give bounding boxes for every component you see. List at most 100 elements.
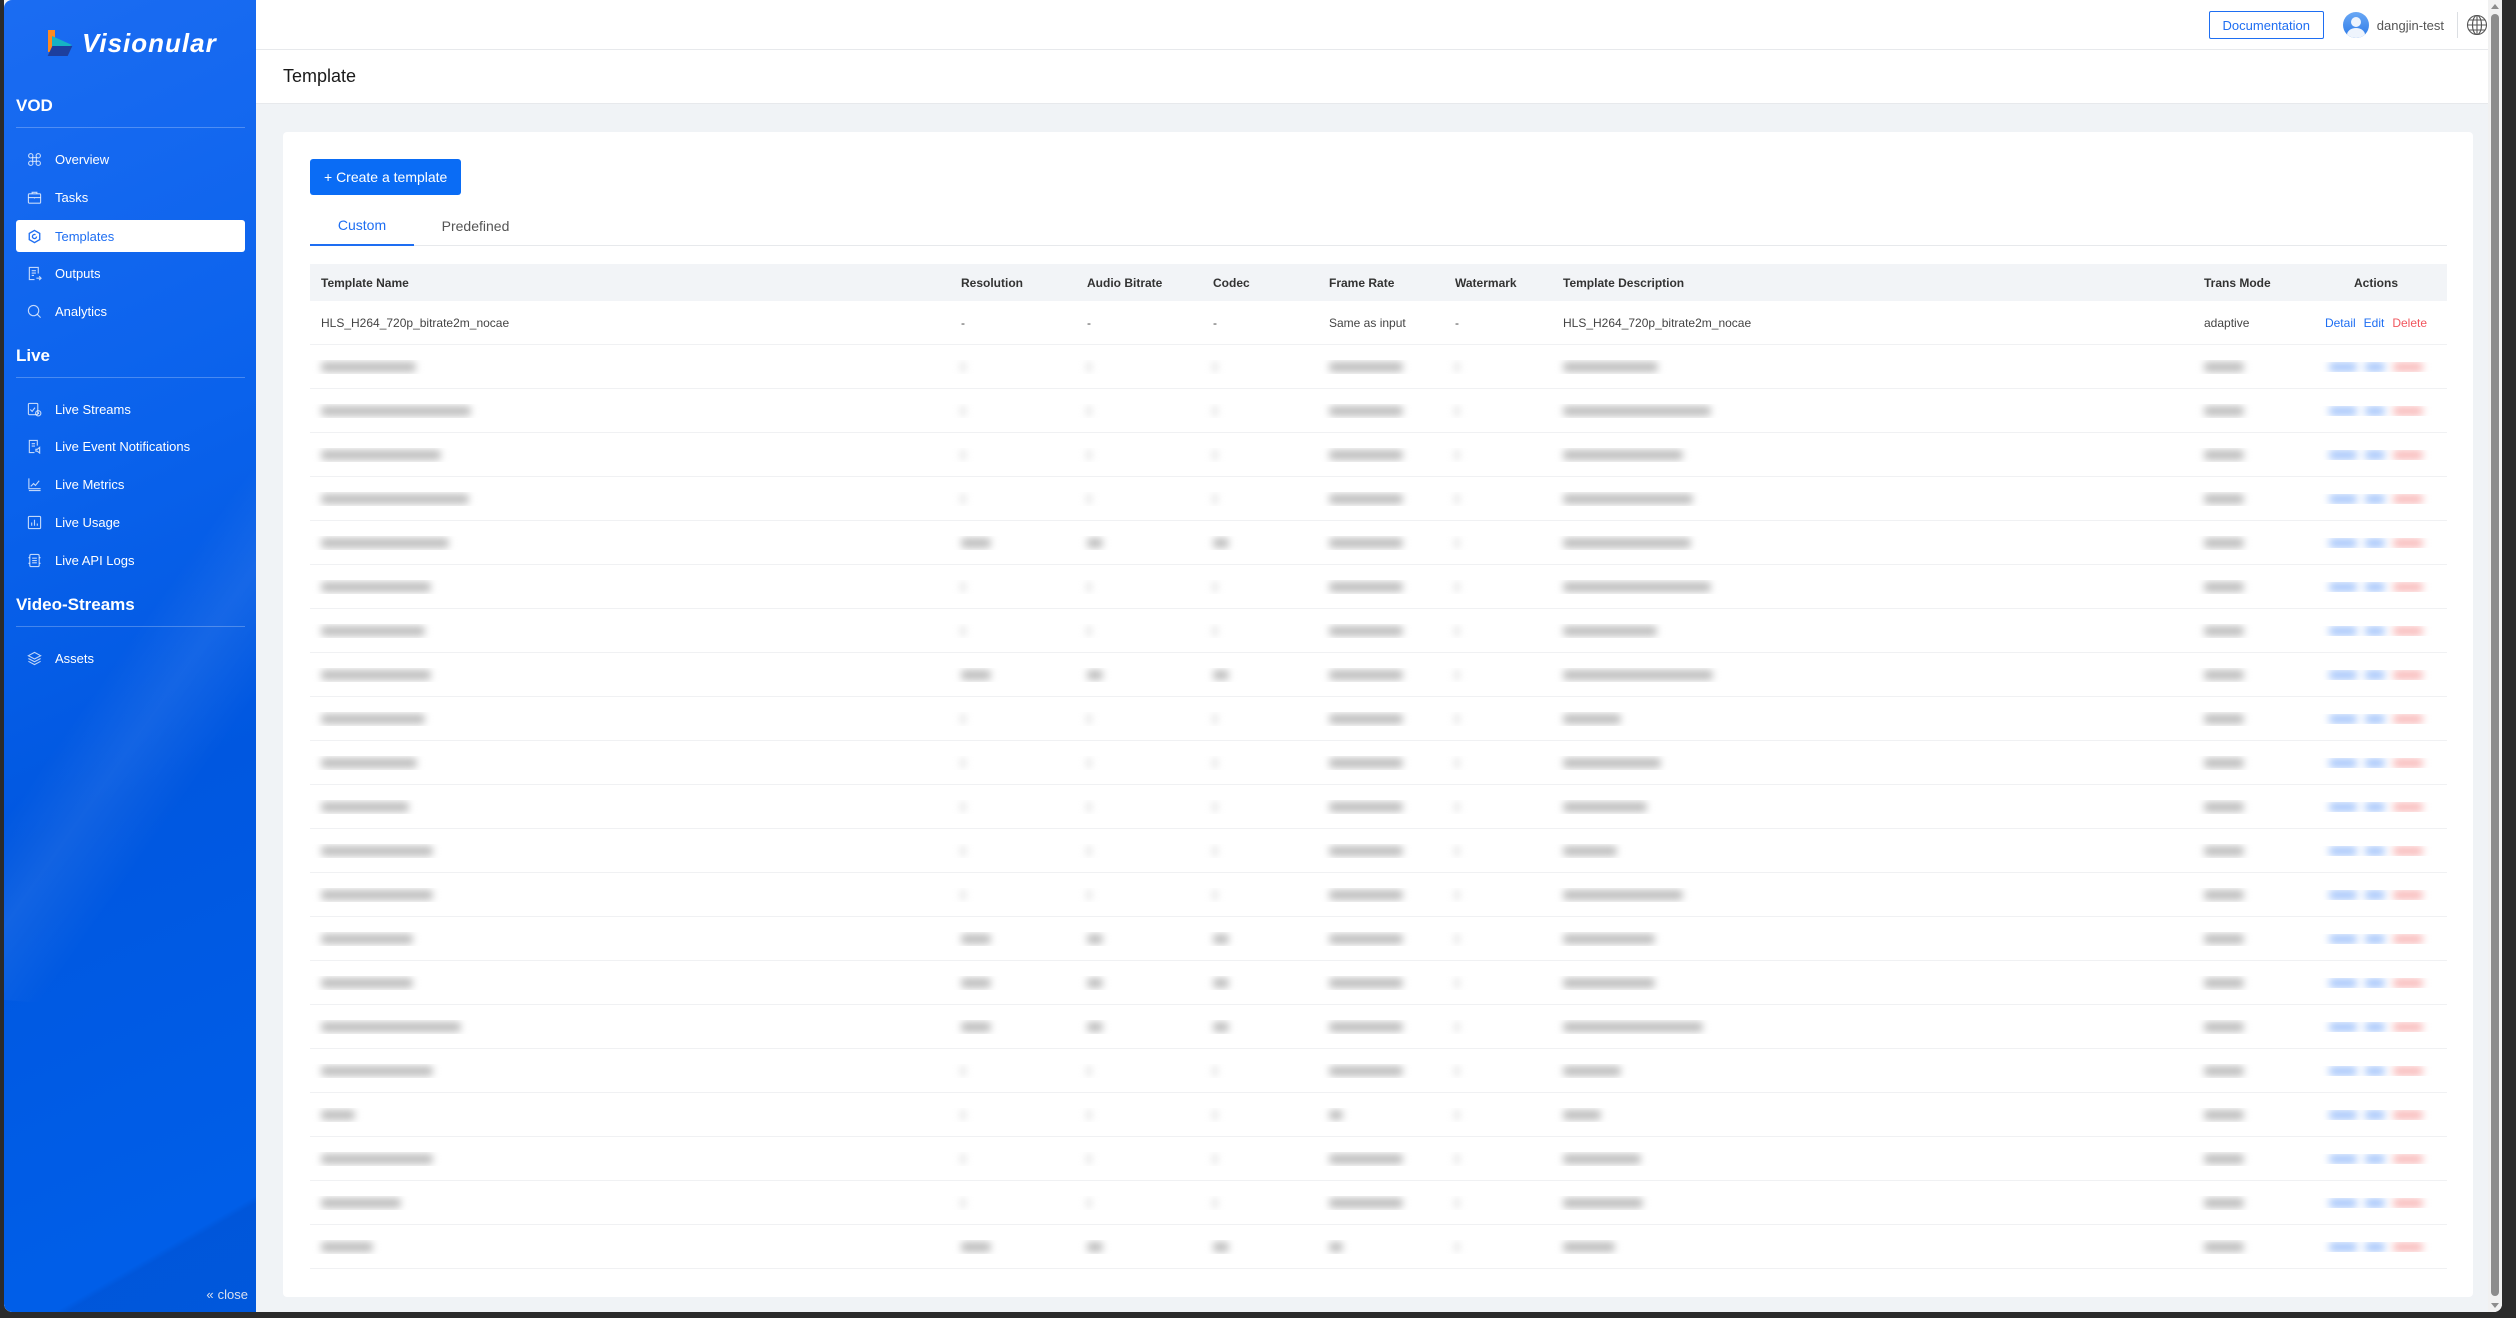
delete-link[interactable] <box>2393 537 2423 548</box>
blurred-text <box>1329 978 1403 989</box>
detail-link[interactable] <box>2329 845 2357 856</box>
delete-link[interactable] <box>2393 933 2423 944</box>
delete-link[interactable] <box>2393 449 2423 460</box>
detail-link[interactable] <box>2329 493 2357 504</box>
edit-link[interactable] <box>2365 1109 2385 1120</box>
detail-link[interactable] <box>2329 361 2357 372</box>
documentation-button[interactable]: Documentation <box>2208 11 2324 39</box>
edit-link[interactable] <box>2365 405 2385 416</box>
create-template-button[interactable]: + Create a template <box>310 159 462 195</box>
edit-link[interactable]: Edit <box>2364 316 2385 330</box>
blurred-text <box>1213 538 1229 549</box>
detail-link[interactable] <box>2329 625 2357 636</box>
blurred-text <box>1213 890 1217 901</box>
delete-link[interactable] <box>2393 845 2423 856</box>
edit-link[interactable] <box>2365 1241 2385 1252</box>
edit-link[interactable] <box>2365 581 2385 592</box>
delete-link[interactable] <box>2393 1065 2423 1076</box>
detail-link[interactable] <box>2329 1109 2357 1120</box>
edit-link[interactable] <box>2365 801 2385 812</box>
detail-link[interactable] <box>2329 537 2357 548</box>
blurred-text <box>2204 1110 2244 1121</box>
tab-custom[interactable]: Custom <box>310 205 414 246</box>
redacted-cell <box>310 844 950 858</box>
scroll-down-arrow-icon[interactable] <box>2491 1303 2499 1308</box>
delete-link[interactable] <box>2393 405 2423 416</box>
scroll-up-arrow-icon[interactable] <box>2491 4 2499 9</box>
collapse-sidebar-button[interactable]: « close <box>206 1287 248 1302</box>
edit-link[interactable] <box>2365 977 2385 988</box>
delete-link[interactable] <box>2393 1109 2423 1120</box>
delete-link[interactable] <box>2393 1241 2423 1252</box>
page-scrollbar[interactable] <box>2488 0 2502 1312</box>
delete-link[interactable] <box>2393 581 2423 592</box>
delete-link[interactable]: Delete <box>2392 316 2427 330</box>
sidebar-item-assets[interactable]: Assets <box>16 642 245 674</box>
blurred-text <box>321 978 413 989</box>
sidebar-item-live-metrics[interactable]: Live Metrics <box>16 468 245 500</box>
detail-link[interactable] <box>2329 1153 2357 1164</box>
edit-link[interactable] <box>2365 1065 2385 1076</box>
detail-link[interactable] <box>2329 1241 2357 1252</box>
delete-link[interactable] <box>2393 757 2423 768</box>
sidebar-item-overview[interactable]: Overview <box>16 143 245 175</box>
detail-link[interactable] <box>2329 669 2357 680</box>
edit-link[interactable] <box>2365 757 2385 768</box>
sidebar-item-live-api-logs[interactable]: Live API Logs <box>16 544 245 576</box>
logo[interactable]: Visionular <box>47 28 217 59</box>
brand-name: Visionular <box>82 28 217 58</box>
edit-link[interactable] <box>2365 669 2385 680</box>
detail-link[interactable]: Detail <box>2325 316 2356 330</box>
delete-link[interactable] <box>2393 1021 2423 1032</box>
delete-link[interactable] <box>2393 625 2423 636</box>
detail-link[interactable] <box>2329 1065 2357 1076</box>
detail-link[interactable] <box>2329 977 2357 988</box>
delete-link[interactable] <box>2393 977 2423 988</box>
delete-link[interactable] <box>2393 1153 2423 1164</box>
delete-link[interactable] <box>2393 1197 2423 1208</box>
scroll-thumb[interactable] <box>2491 14 2499 1296</box>
detail-link[interactable] <box>2329 1197 2357 1208</box>
edit-link[interactable] <box>2365 1197 2385 1208</box>
detail-link[interactable] <box>2329 713 2357 724</box>
detail-link[interactable] <box>2329 889 2357 900</box>
sidebar-item-outputs[interactable]: Outputs <box>16 257 245 289</box>
blurred-text <box>1563 1154 1641 1165</box>
edit-link[interactable] <box>2365 493 2385 504</box>
globe-icon[interactable] <box>2466 14 2488 36</box>
delete-link[interactable] <box>2393 889 2423 900</box>
edit-link[interactable] <box>2365 449 2385 460</box>
tab-predefined[interactable]: Predefined <box>414 205 537 246</box>
delete-link[interactable] <box>2393 361 2423 372</box>
sidebar-item-tasks[interactable]: Tasks <box>16 181 245 213</box>
delete-link[interactable] <box>2393 801 2423 812</box>
edit-link[interactable] <box>2365 361 2385 372</box>
frame-rate: Same as input <box>1329 315 1406 330</box>
sidebar-item-live-streams[interactable]: Live Streams <box>16 393 245 425</box>
user-menu[interactable]: dangjin-test <box>2342 11 2444 39</box>
sidebar-item-live-usage[interactable]: Live Usage <box>16 506 245 538</box>
edit-link[interactable] <box>2365 537 2385 548</box>
detail-link[interactable] <box>2329 1021 2357 1032</box>
edit-link[interactable] <box>2365 625 2385 636</box>
delete-link[interactable] <box>2393 713 2423 724</box>
line-chart-icon <box>26 476 42 492</box>
detail-link[interactable] <box>2329 801 2357 812</box>
detail-link[interactable] <box>2329 933 2357 944</box>
edit-link[interactable] <box>2365 933 2385 944</box>
detail-link[interactable] <box>2329 581 2357 592</box>
edit-link[interactable] <box>2365 889 2385 900</box>
delete-link[interactable] <box>2393 669 2423 680</box>
detail-link[interactable] <box>2329 405 2357 416</box>
sidebar-item-live-event-notifications[interactable]: Live Event Notifications <box>16 430 245 462</box>
detail-link[interactable] <box>2329 449 2357 460</box>
edit-link[interactable] <box>2365 1021 2385 1032</box>
edit-link[interactable] <box>2365 713 2385 724</box>
delete-link[interactable] <box>2393 493 2423 504</box>
detail-link[interactable] <box>2329 757 2357 768</box>
sidebar-item-templates[interactable]: Templates <box>16 220 245 252</box>
redacted-cell <box>1076 492 1202 506</box>
edit-link[interactable] <box>2365 845 2385 856</box>
edit-link[interactable] <box>2365 1153 2385 1164</box>
sidebar-item-analytics[interactable]: Analytics <box>16 295 245 327</box>
